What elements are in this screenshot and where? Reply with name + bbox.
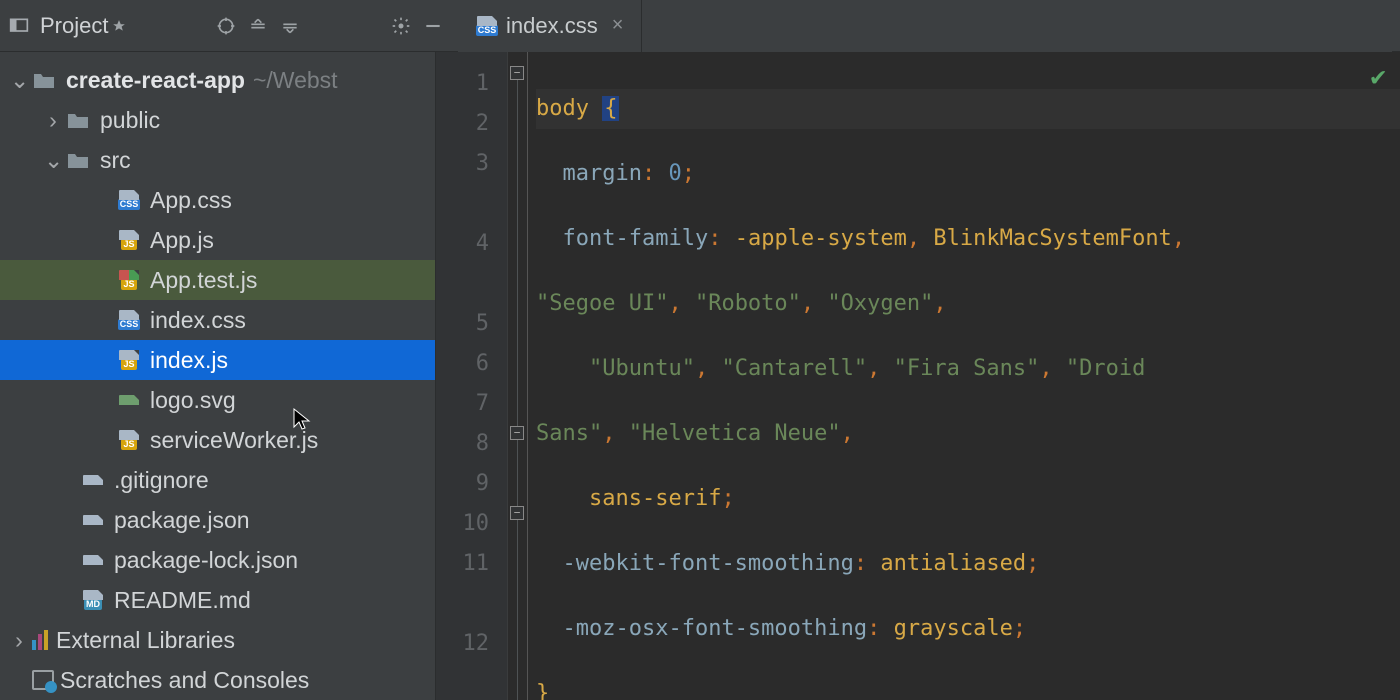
external-libraries-icon	[32, 630, 48, 650]
tree-file-app-test-js[interactable]: JS App.test.js	[0, 260, 435, 300]
top-toolbar: Project CSS index.css ×	[0, 0, 1400, 52]
tree-file-app-js[interactable]: JS App.js	[0, 220, 435, 260]
js-file-icon: JS	[116, 230, 144, 250]
js-file-icon: JS	[116, 350, 144, 370]
tree-file-logo-svg[interactable]: logo.svg	[0, 380, 435, 420]
tree-folder-src[interactable]: ⌄ src	[0, 140, 435, 180]
scratches-icon	[32, 670, 54, 690]
minimize-icon[interactable]	[422, 15, 444, 37]
tree-file-index-js[interactable]: JS index.js	[0, 340, 435, 380]
image-file-icon	[116, 395, 144, 405]
collapse-all-icon[interactable]	[279, 15, 301, 37]
tree-file-readme[interactable]: MD README.md	[0, 580, 435, 620]
tree-external-libraries[interactable]: › External Libraries	[0, 620, 435, 660]
fold-toggle-icon[interactable]: −	[510, 506, 524, 520]
project-tree: ⌄ create-react-app ~/Webst › public ⌄ sr…	[0, 52, 436, 700]
folder-icon	[66, 150, 94, 170]
chevron-right-icon[interactable]: ›	[44, 107, 62, 134]
tree-file-package-lock[interactable]: package-lock.json	[0, 540, 435, 580]
settings-icon[interactable]	[390, 15, 412, 37]
close-tab-icon[interactable]: ×	[612, 14, 624, 37]
tree-file-index-css[interactable]: CSS index.css	[0, 300, 435, 340]
editor-tab-index-css[interactable]: CSS index.css ×	[458, 0, 642, 52]
project-tool-window-icon[interactable]	[8, 15, 30, 37]
folder-icon	[66, 110, 94, 130]
inspection-ok-icon[interactable]: ✔	[1370, 62, 1386, 92]
tree-file-app-css[interactable]: CSS App.css	[0, 180, 435, 220]
main-area: ⌄ create-react-app ~/Webst › public ⌄ sr…	[0, 52, 1400, 700]
js-file-icon: JS	[116, 430, 144, 450]
css-file-icon: CSS	[116, 310, 144, 330]
fold-gutter[interactable]: − − −	[508, 52, 528, 700]
js-test-file-icon: JS	[116, 270, 144, 290]
json-file-icon	[80, 555, 108, 565]
tree-file-package-json[interactable]: package.json	[0, 500, 435, 540]
tree-file-service-worker[interactable]: JS serviceWorker.js	[0, 420, 435, 460]
fold-toggle-icon[interactable]: −	[510, 66, 524, 80]
pin-icon	[112, 13, 126, 39]
gitignore-file-icon	[80, 475, 108, 485]
fold-toggle-icon[interactable]: −	[510, 426, 524, 440]
expand-all-icon[interactable]	[247, 15, 269, 37]
json-file-icon	[80, 515, 108, 525]
md-file-icon: MD	[80, 590, 108, 610]
tree-root[interactable]: ⌄ create-react-app ~/Webst	[0, 60, 435, 100]
chevron-down-icon[interactable]: ⌄	[44, 147, 62, 174]
code-editor[interactable]: 1 2 3 4 5 6 7 8 9 10 11 12 − − − body { …	[436, 52, 1400, 700]
project-path-hint: ~/Webst	[253, 67, 338, 94]
code-content[interactable]: body { margin: 0; font-family: -apple-sy…	[528, 52, 1400, 700]
folder-icon	[32, 70, 60, 90]
tree-file-gitignore[interactable]: .gitignore	[0, 460, 435, 500]
target-icon[interactable]	[215, 15, 237, 37]
project-panel-title: Project	[40, 13, 126, 39]
tab-filename: index.css	[506, 13, 598, 39]
tree-folder-public[interactable]: › public	[0, 100, 435, 140]
tree-scratches[interactable]: Scratches and Consoles	[0, 660, 435, 700]
css-file-icon: CSS	[476, 17, 498, 35]
line-number-gutter: 1 2 3 4 5 6 7 8 9 10 11 12	[436, 52, 508, 700]
chevron-down-icon[interactable]: ⌄	[10, 67, 28, 94]
chevron-right-icon[interactable]: ›	[10, 627, 28, 654]
css-file-icon: CSS	[116, 190, 144, 210]
